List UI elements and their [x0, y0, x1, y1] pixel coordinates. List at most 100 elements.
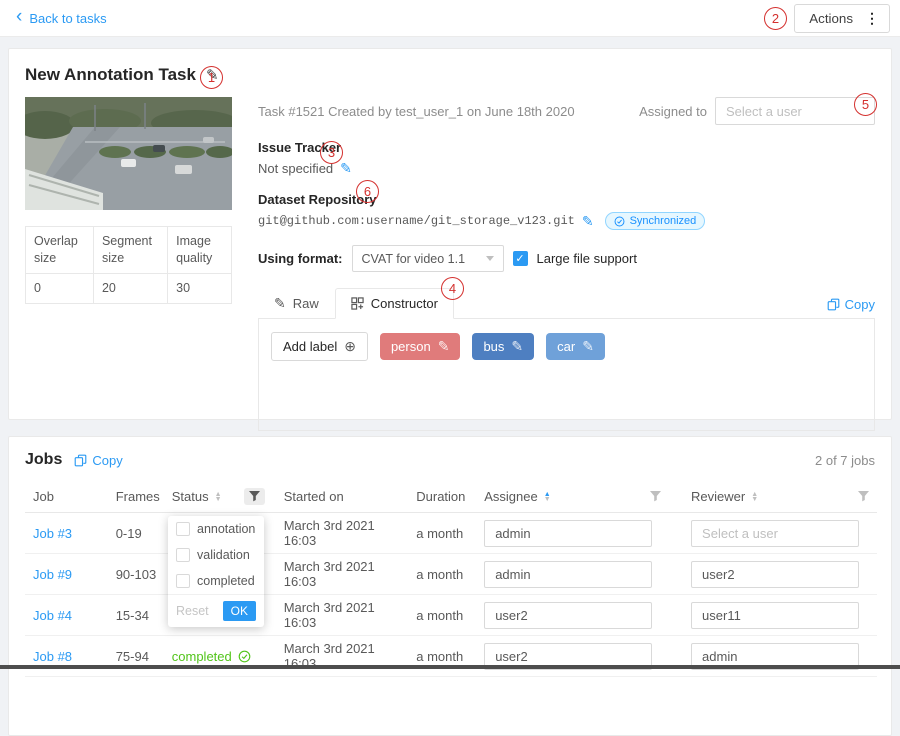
- checkbox-annotation[interactable]: [176, 522, 190, 536]
- issue-tracker-label: Issue Tracker: [258, 140, 875, 155]
- filter-option-validation-label: validation: [197, 548, 250, 562]
- job-frames: 15-34: [108, 595, 164, 636]
- job-link[interactable]: Job #3: [33, 526, 72, 541]
- copy-labels-label: Copy: [845, 297, 875, 312]
- param-value-overlap: 0: [26, 273, 94, 303]
- more-vertical-icon[interactable]: ⋮: [863, 10, 889, 27]
- copy-jobs-button[interactable]: Copy: [74, 453, 122, 468]
- copy-jobs-label: Copy: [92, 453, 122, 468]
- job-started: March 3rd 2021 16:03: [276, 554, 409, 595]
- task-preview-image: [25, 97, 232, 210]
- job-link[interactable]: Job #9: [33, 567, 72, 582]
- checkbox-validation[interactable]: [176, 548, 190, 562]
- check-icon: ✓: [515, 252, 524, 265]
- assignee-input[interactable]: [484, 602, 652, 629]
- actions-button[interactable]: Actions ⋮: [794, 4, 890, 33]
- col-status[interactable]: Status: [172, 489, 209, 504]
- reviewer-input[interactable]: [691, 602, 859, 629]
- sort-icon-reviewer[interactable]: ▲▼: [751, 492, 758, 502]
- check-circle-icon: [614, 216, 625, 227]
- edit-label-icon[interactable]: ✎: [438, 338, 450, 355]
- labels-constructor-pane: Add label ⊕ person ✎ bus ✎ car ✎: [258, 319, 875, 431]
- job-started: March 3rd 2021 16:03: [276, 595, 409, 636]
- copy-icon: [827, 298, 840, 311]
- filter-option-annotation-label: annotation: [197, 522, 255, 536]
- label-chip-person-name: person: [391, 339, 431, 354]
- tab-raw[interactable]: ✎ Raw: [258, 288, 335, 318]
- tab-constructor[interactable]: Constructor: [335, 288, 454, 319]
- jobs-title: Jobs: [25, 451, 62, 469]
- chevron-down-icon: [486, 256, 494, 261]
- large-file-checkbox[interactable]: ✓: [513, 251, 528, 266]
- param-header-overlap: Overlap size: [26, 227, 94, 274]
- edit-issue-tracker-icon[interactable]: ✎: [340, 160, 352, 177]
- job-link[interactable]: Job #4: [33, 608, 72, 623]
- job-duration: a month: [408, 636, 476, 677]
- assigned-to-label: Assigned to: [639, 104, 707, 119]
- sort-icon-assignee[interactable]: ▲▼: [544, 492, 551, 502]
- pencil-icon: ✎: [274, 295, 286, 312]
- checkbox-completed[interactable]: [176, 574, 190, 588]
- job-duration: a month: [408, 595, 476, 636]
- job-link[interactable]: Job #8: [33, 649, 72, 664]
- copy-icon: [74, 454, 87, 467]
- task-params-table: Overlap size Segment size Image quality …: [25, 226, 232, 304]
- col-assignee[interactable]: Assignee: [484, 489, 537, 504]
- jobs-panel: Jobs Copy 2 of 7 jobs Job Frames Status: [8, 436, 892, 736]
- callout-4: 4: [441, 277, 464, 300]
- col-job: Job: [25, 481, 108, 513]
- table-row: Job #3 0-19 March 3rd 2021 16:03 a month: [25, 513, 877, 554]
- table-row: Job #4 15-34 March 3rd 2021 16:03 a mont…: [25, 595, 877, 636]
- col-started: Started on: [276, 481, 409, 513]
- sync-status-badge: Synchronized: [605, 212, 706, 230]
- job-frames: 75-94: [108, 636, 164, 677]
- callout-6: 6: [356, 180, 379, 203]
- edit-label-icon[interactable]: ✎: [582, 338, 594, 355]
- jobs-table-header-row: Job Frames Status ▲▼ Started on Duration: [25, 481, 877, 513]
- callout-3: 3: [320, 141, 343, 164]
- filter-ok-button[interactable]: OK: [223, 601, 256, 621]
- filter-option-annotation[interactable]: annotation: [168, 516, 264, 542]
- format-select[interactable]: CVAT for video 1.1: [352, 245, 504, 272]
- col-frames: Frames: [108, 481, 164, 513]
- add-label-button[interactable]: Add label ⊕: [271, 332, 368, 361]
- filter-icon-assignee[interactable]: [650, 491, 661, 502]
- job-started: March 3rd 2021 16:03: [276, 636, 409, 677]
- reviewer-input[interactable]: [691, 520, 859, 547]
- assigned-to-input[interactable]: [715, 97, 875, 125]
- filter-option-validation[interactable]: validation: [168, 542, 264, 568]
- job-duration: a month: [408, 513, 476, 554]
- label-chip-bus-name: bus: [483, 339, 504, 354]
- param-header-quality: Image quality: [168, 227, 232, 274]
- copy-labels-button[interactable]: Copy: [827, 297, 875, 318]
- large-file-label: Large file support: [537, 251, 637, 266]
- callout-5: 5: [854, 93, 877, 116]
- window-bottom-edge: [0, 665, 900, 669]
- reviewer-input[interactable]: [691, 561, 859, 588]
- filter-option-completed[interactable]: completed: [168, 568, 264, 594]
- actions-label: Actions: [795, 11, 863, 26]
- table-row: Job #8 75-94 completed March 3rd 2021 16…: [25, 636, 877, 677]
- sort-icon-status[interactable]: ▲▼: [215, 492, 222, 502]
- status-filter-dropdown: annotation validation completed Reset OK: [168, 516, 264, 627]
- edit-repository-icon[interactable]: ✎: [582, 213, 594, 230]
- back-to-tasks-link[interactable]: ‹ Back to tasks: [16, 11, 107, 26]
- assignee-input[interactable]: [484, 520, 652, 547]
- label-chip-person[interactable]: person ✎: [380, 333, 460, 360]
- filter-icon-status[interactable]: [244, 488, 265, 505]
- assignee-input[interactable]: [484, 561, 652, 588]
- filter-option-completed-label: completed: [197, 574, 255, 588]
- constructor-icon: [351, 297, 364, 310]
- plus-circle-icon: ⊕: [344, 338, 356, 355]
- edit-label-icon[interactable]: ✎: [511, 338, 523, 355]
- filter-reset-button[interactable]: Reset: [176, 604, 209, 618]
- col-duration: Duration: [408, 481, 476, 513]
- filter-icon-reviewer[interactable]: [858, 491, 869, 502]
- task-title: New Annotation Task: [25, 65, 196, 85]
- callout-2: 2: [764, 7, 787, 30]
- col-reviewer[interactable]: Reviewer: [691, 489, 745, 504]
- label-chip-car[interactable]: car ✎: [546, 333, 605, 360]
- label-chip-bus[interactable]: bus ✎: [472, 333, 534, 360]
- tab-constructor-label: Constructor: [371, 296, 438, 311]
- job-frames: 90-103: [108, 554, 164, 595]
